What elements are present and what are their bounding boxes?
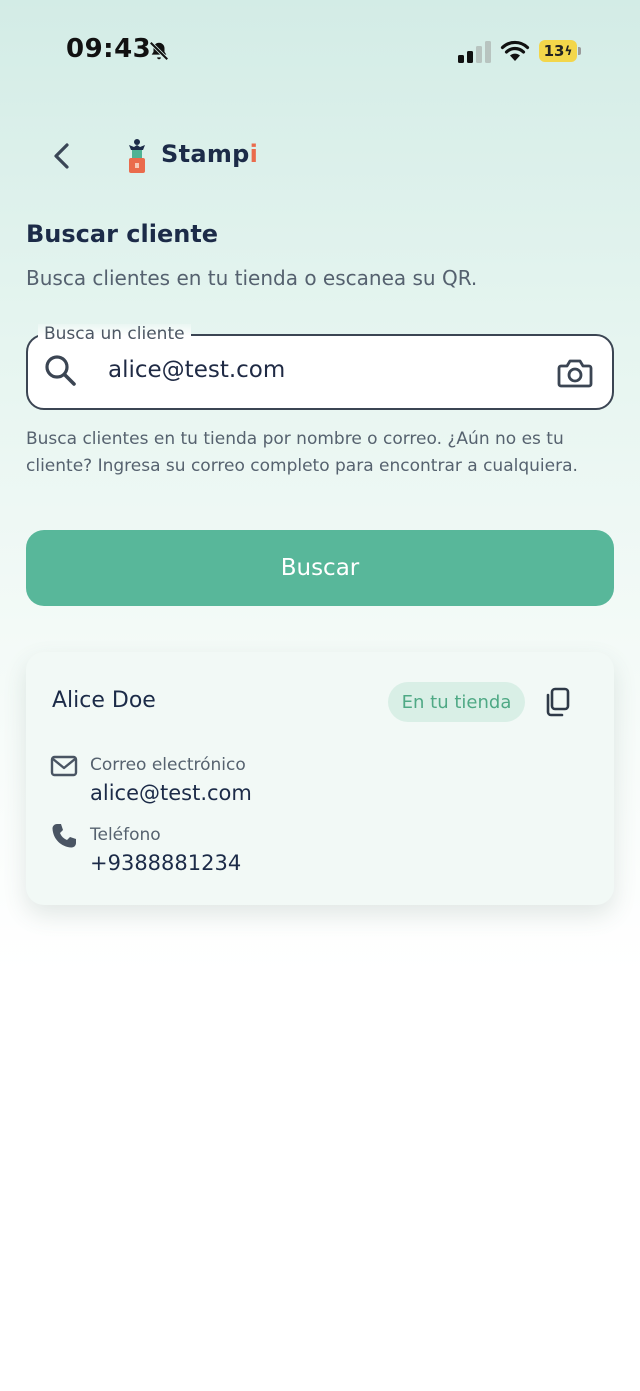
battery-tip	[578, 47, 581, 55]
logo-text-accent: i	[249, 140, 259, 168]
page-subtitle: Busca clientes en tu tienda o escanea su…	[26, 266, 478, 290]
search-button[interactable]: Buscar	[26, 530, 614, 606]
copy-icon[interactable]	[542, 686, 572, 718]
phone-label: Teléfono	[90, 825, 161, 845]
search-input-value[interactable]: alice@test.com	[108, 357, 285, 383]
logo-text-main: Stamp	[161, 140, 250, 168]
phone-value: +9388881234	[90, 851, 242, 875]
email-value: alice@test.com	[90, 781, 252, 805]
search-helper-text: Busca clientes en tu tienda por nombre o…	[26, 429, 578, 476]
battery-level: 13	[543, 42, 565, 60]
stampi-logo-icon	[129, 139, 145, 173]
search-input-label: Busca un cliente	[38, 324, 191, 344]
status-badge: En tu tienda	[388, 682, 525, 722]
logo-text: Stampi	[161, 140, 258, 168]
client-name: Alice Doe	[52, 688, 156, 713]
page-title: Buscar cliente	[26, 220, 219, 248]
mail-icon	[50, 755, 78, 777]
search-icon	[45, 355, 76, 386]
bell-slash-icon	[149, 41, 169, 61]
signal-icon	[458, 41, 491, 63]
charging-bolt-icon: ϟ	[564, 44, 573, 58]
email-label: Correo electrónico	[90, 755, 246, 775]
camera-icon[interactable]	[556, 355, 594, 391]
phone-icon	[52, 824, 76, 848]
battery-icon: 13 ϟ	[539, 40, 577, 62]
wifi-icon	[500, 40, 530, 61]
status-time: 09:43	[66, 34, 152, 64]
back-chevron-icon[interactable]	[44, 138, 80, 174]
